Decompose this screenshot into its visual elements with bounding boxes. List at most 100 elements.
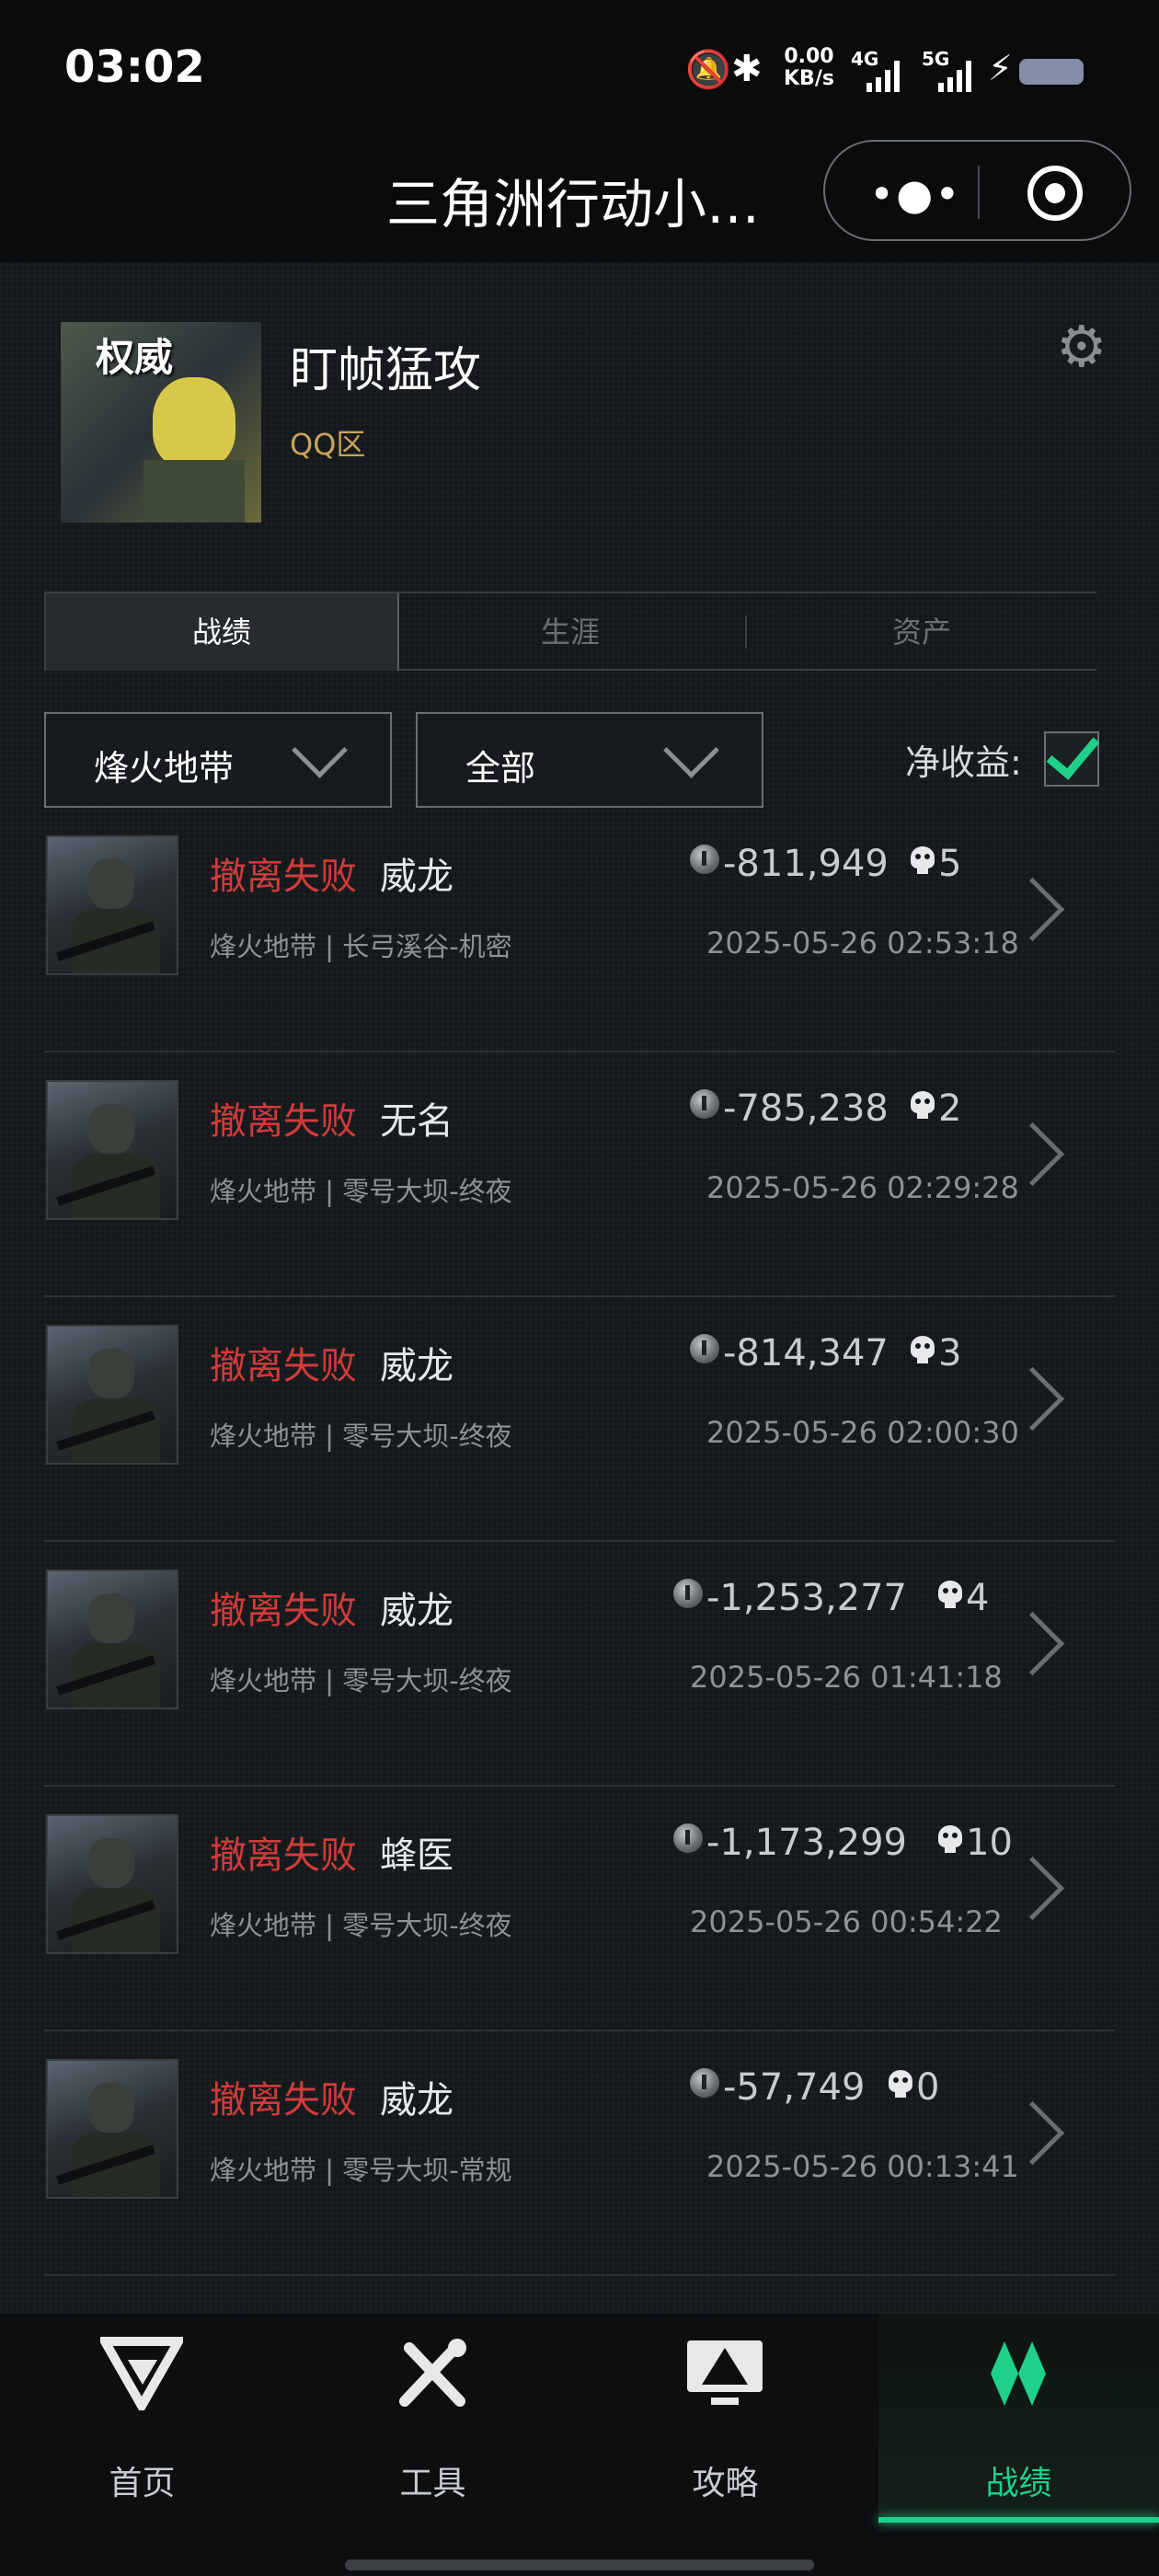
record-row[interactable]: 撤离失败 威龙 -1,253,277 4 烽火地带 | 零号大坝-终夜 2025-05-2… — [44, 1542, 1115, 1787]
avatar-figure — [153, 377, 235, 469]
battery-icon — [1019, 59, 1084, 85]
nav-guide[interactable]: 攻略 — [622, 2337, 829, 2521]
chevron-right-icon[interactable] — [1000, 1856, 1065, 1921]
player-region: QQ区 — [290, 427, 366, 462]
net-profit-label: 净收益: — [905, 742, 1022, 783]
operator-portrait — [46, 1814, 178, 1954]
operator-name: 威龙 — [380, 1345, 453, 1387]
avatar[interactable]: 权威 — [61, 322, 261, 523]
gear-icon[interactable]: ⚙ — [1056, 313, 1107, 380]
net-value: -57,749 — [723, 2066, 866, 2109]
operator-name: 威龙 — [380, 1590, 453, 1632]
avatar-vest — [143, 460, 245, 523]
operator-portrait — [46, 1570, 178, 1709]
skull-icon — [889, 2070, 912, 2098]
chevron-right-icon[interactable] — [1000, 1611, 1065, 1676]
scope-dropdown-value: 全部 — [465, 748, 536, 788]
tools-icon — [399, 2339, 466, 2407]
page-title: 三角洲行动小… — [386, 173, 761, 236]
kill-count: 10 — [966, 1822, 1013, 1864]
map-info: 烽火地带 | 零号大坝-终夜 — [210, 1665, 512, 1696]
home-indicator — [345, 2559, 814, 2570]
coin-icon — [690, 1089, 719, 1119]
coin-icon — [690, 1334, 719, 1363]
mute-icon: 🔕 — [685, 49, 731, 91]
kill-count: 5 — [938, 843, 962, 885]
net-profit-checkbox[interactable] — [1044, 724, 1100, 787]
extraction-status: 撤离失败 — [210, 1834, 357, 1877]
avatar-text: 权威 — [96, 335, 174, 380]
net-speed: 0.00 KB/s — [784, 45, 834, 90]
tab-assets[interactable]: 资产 — [747, 593, 1096, 671]
coin-icon — [673, 1579, 703, 1608]
coin-icon — [690, 2068, 719, 2098]
record-row[interactable]: 撤离失败 蜂医 -1,173,299 10 烽火地带 | 零号大坝-终夜 2025-05-… — [44, 1787, 1115, 2031]
nav-record-label: 战绩 — [985, 2465, 1052, 2502]
extraction-status: 撤离失败 — [210, 2079, 357, 2122]
scope-dropdown[interactable]: 全部 — [416, 712, 763, 808]
more-icon[interactable]: •●• — [869, 169, 961, 219]
operator-name: 无名 — [380, 1100, 453, 1143]
record-row[interactable]: 撤离失败 威龙 -814,347 3 烽火地带 | 零号大坝-终夜 2025-05-26 … — [44, 1297, 1115, 1542]
map-info: 烽火地带 | 零号大坝-终夜 — [210, 1910, 512, 1941]
skull-icon — [911, 846, 935, 874]
portrait-head — [88, 1593, 134, 1643]
coin-icon — [690, 845, 719, 874]
skull-icon — [938, 1581, 962, 1608]
record-time: 2025-05-26 00:13:41 — [706, 2149, 1019, 2184]
bluetooth-icon: ✱ — [731, 48, 763, 90]
record-time: 2025-05-26 02:53:18 — [706, 926, 1019, 960]
operator-name: 蜂医 — [380, 1834, 453, 1877]
map-info: 烽火地带 | 长弓溪谷-机密 — [210, 931, 512, 962]
record-row[interactable]: 撤离失败 无名 -785,238 2 烽火地带 | 零号大坝-终夜 2025-05-26 … — [44, 1052, 1115, 1297]
kill-count: 0 — [916, 2066, 940, 2109]
operator-name: 威龙 — [380, 856, 453, 898]
net-value: -811,949 — [723, 843, 889, 885]
nav-tools[interactable]: 工具 — [329, 2337, 536, 2521]
nav-home[interactable]: 首页 — [39, 2337, 246, 2521]
extraction-status: 撤离失败 — [210, 1590, 357, 1632]
nav-record[interactable]: 战绩 — [915, 2337, 1122, 2521]
tab-career[interactable]: 生涯 — [396, 593, 745, 671]
tab-bar: 战绩 生涯 资产 — [44, 592, 1096, 671]
home-logo-icon — [100, 2337, 183, 2410]
net-value: -785,238 — [723, 1087, 889, 1130]
close-target-icon[interactable] — [1027, 166, 1083, 221]
mode-dropdown[interactable]: 烽火地带 — [44, 712, 392, 808]
kill-count: 3 — [938, 1332, 962, 1374]
portrait-head — [88, 859, 134, 909]
extraction-status: 撤离失败 — [210, 856, 357, 898]
record-row[interactable]: 撤离失败 威龙 -57,749 0 烽火地带 | 零号大坝-常规 2025-05-26 0… — [44, 2031, 1115, 2276]
record-logo-icon — [991, 2341, 1046, 2406]
status-clock: 03:02 — [64, 41, 205, 93]
operator-portrait — [46, 2059, 178, 2199]
nav-guide-label: 攻略 — [692, 2465, 759, 2502]
portrait-head — [88, 1349, 134, 1398]
signal-icon — [936, 55, 982, 92]
extraction-status: 撤离失败 — [210, 1345, 357, 1387]
map-info: 烽火地带 | 零号大坝-终夜 — [210, 1176, 512, 1207]
record-row[interactable]: 撤离失败 威龙 -811,949 5 烽火地带 | 长弓溪谷-机密 2025-05-26 … — [44, 808, 1115, 1052]
skull-icon — [938, 1825, 962, 1853]
net-value: -814,347 — [723, 1332, 889, 1374]
net-value: -1,253,277 — [706, 1577, 908, 1619]
skull-icon — [911, 1336, 935, 1363]
check-icon — [1046, 724, 1100, 780]
signal-icon — [865, 55, 911, 92]
kill-count: 4 — [966, 1577, 990, 1619]
guide-monitor-icon — [687, 2340, 763, 2405]
kill-count: 2 — [938, 1087, 962, 1130]
record-time: 2025-05-26 02:29:28 — [706, 1170, 1019, 1205]
portrait-head — [88, 2083, 134, 2133]
operator-portrait — [46, 1325, 178, 1465]
net-value: -1,173,299 — [706, 1822, 908, 1864]
miniprogram-capsule: •●• — [823, 140, 1131, 241]
nav-tools-label: 工具 — [399, 2465, 466, 2502]
extraction-status: 撤离失败 — [210, 1100, 357, 1143]
nav-home-label: 首页 — [109, 2465, 176, 2502]
mode-dropdown-value: 烽火地带 — [94, 748, 235, 788]
chevron-down-icon — [292, 722, 348, 778]
map-info: 烽火地带 | 零号大坝-终夜 — [210, 1420, 512, 1452]
operator-portrait — [46, 1080, 178, 1220]
tab-record[interactable]: 战绩 — [44, 593, 399, 671]
